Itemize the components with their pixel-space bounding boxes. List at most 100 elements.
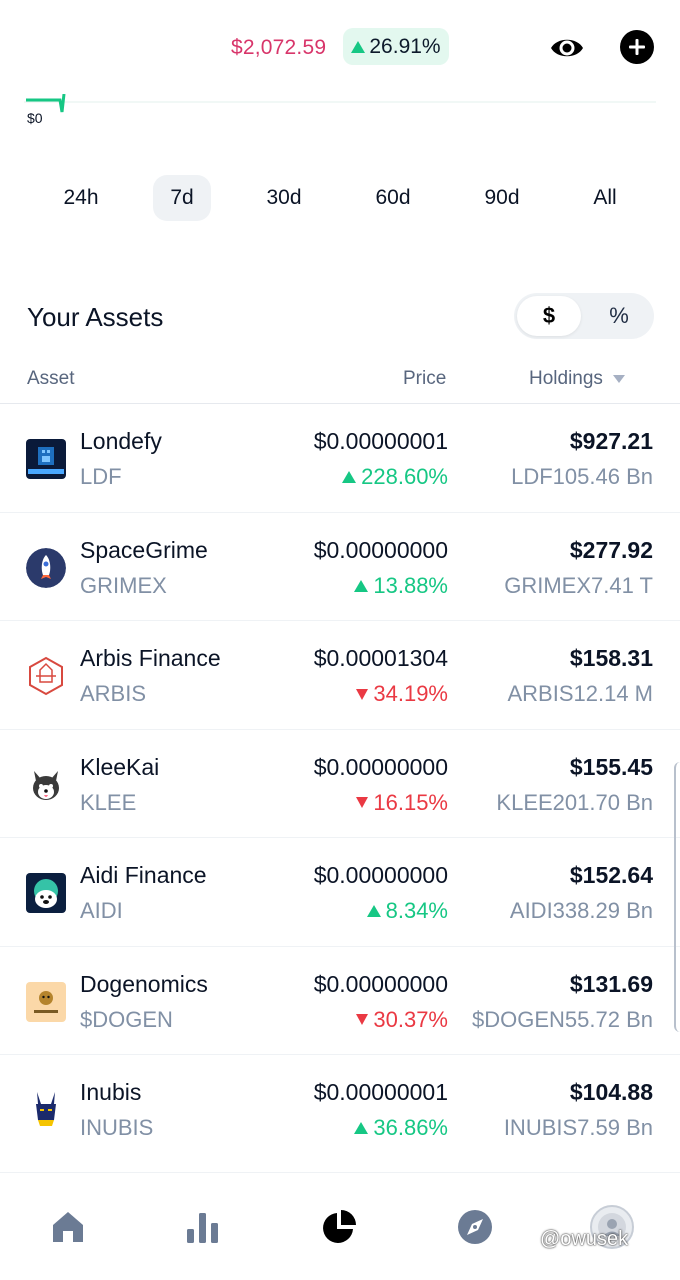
arbis-logo (26, 656, 66, 696)
asset-holdings-quantity: LDF105.46 Bn (511, 464, 653, 489)
asset-row[interactable]: Londefy LDF $0.00000001 228.60% $927.21 … (0, 404, 680, 513)
toggle-dollar-option[interactable]: $ (517, 296, 581, 336)
arrow-up-icon (354, 1122, 369, 1134)
asset-symbol: LDF (80, 464, 122, 489)
asset-price: $0.00000000 (313, 536, 448, 563)
toggle-percent-option[interactable]: % (587, 296, 651, 336)
asset-price-change-value: 13.88% (373, 572, 448, 598)
portfolio-total-value: $2,072.59 (231, 36, 327, 59)
londefy-logo (26, 439, 66, 479)
asset-symbol: ARBIS (80, 681, 147, 706)
asset-symbol: $DOGEN (80, 1006, 173, 1032)
add-transaction-button[interactable] (620, 30, 654, 64)
asset-symbol: AIDI (80, 898, 123, 923)
asset-holdings-value: $131.69 (569, 970, 653, 997)
asset-holdings-value: $155.45 (569, 753, 653, 780)
range-tab-60d[interactable]: 60d (363, 175, 423, 221)
arrow-down-icon (356, 688, 369, 700)
asset-price-change-value: 16.15% (373, 789, 448, 815)
anubis-logo (26, 1090, 66, 1130)
range-tab-all[interactable]: All (578, 175, 632, 221)
asset-price: $0.00000001 (313, 1079, 448, 1105)
asset-price-change: 228.60% (342, 464, 448, 490)
plus-icon (629, 39, 645, 55)
asset-name: KleeKai (80, 753, 160, 780)
range-tab-30d[interactable]: 30d (254, 175, 314, 221)
chart-axis-zero-label: $0 (27, 110, 43, 126)
pie-chart-icon[interactable] (321, 1209, 357, 1245)
asset-symbol: GRIMEX (80, 572, 167, 598)
bottom-navigation (0, 1172, 680, 1280)
asset-holdings-quantity: GRIMEX7.41 T (504, 572, 653, 598)
asset-row[interactable]: SpaceGrime GRIMEX $0.00000000 13.88% $27… (0, 513, 680, 621)
value-mode-toggle: $ % (514, 293, 654, 339)
asset-name: Aidi Finance (80, 862, 207, 888)
asset-holdings-value: $277.92 (569, 536, 653, 563)
compass-icon[interactable] (457, 1209, 493, 1245)
asset-holdings-value: $104.88 (569, 1079, 653, 1105)
asset-holdings-value: $152.64 (569, 862, 653, 888)
dogenomics-logo (26, 981, 66, 1022)
eye-icon[interactable] (547, 28, 587, 68)
watermark-text: @owusek (540, 1228, 629, 1250)
asset-price-change: 36.86% (354, 1115, 448, 1141)
asset-symbol: KLEE (80, 789, 137, 815)
asset-price-change: 30.37% (356, 1007, 448, 1033)
asset-list: Londefy LDF $0.00000001 228.60% $927.21 … (0, 404, 680, 1164)
asset-price-change: 34.19% (356, 681, 448, 707)
sort-caret-icon (612, 375, 625, 383)
range-tab-7d[interactable]: 7d (153, 175, 211, 221)
asset-symbol: INUBIS (80, 1115, 154, 1140)
asset-row[interactable]: Arbis Finance ARBIS $0.00001304 34.19% $… (0, 621, 680, 730)
asset-price: $0.00000000 (313, 970, 448, 997)
scrollbar-handle[interactable] (674, 762, 680, 1032)
asset-row[interactable]: Dogenomics $DOGEN $0.00000000 30.37% $13… (0, 947, 680, 1055)
asset-holdings-quantity: INUBIS7.59 Bn (503, 1115, 653, 1140)
arrow-up-icon (354, 579, 369, 592)
asset-price: $0.00000001 (313, 428, 448, 454)
asset-holdings-quantity: KLEE201.70 Bn (496, 789, 653, 815)
husky-logo (26, 764, 66, 805)
asset-name: Dogenomics (80, 970, 208, 997)
asset-name: Inubis (80, 1079, 142, 1105)
column-header-holdings-label: Holdings (529, 368, 603, 389)
asset-holdings-quantity: $DOGEN55.72 Bn (472, 1006, 653, 1032)
asset-price-change-value: 8.34% (385, 898, 448, 923)
asset-holdings-value: $158.31 (569, 645, 653, 671)
portfolio-change-percent: 26.91% (369, 34, 441, 58)
asset-name: Arbis Finance (80, 645, 221, 671)
asset-holdings-quantity: AIDI338.29 Bn (509, 898, 653, 923)
portfolio-chart (24, 94, 656, 113)
arrow-up-icon (351, 40, 366, 53)
range-tab-90d[interactable]: 90d (472, 175, 532, 221)
asset-price-change-value: 34.19% (373, 681, 448, 706)
asset-price-change-value: 36.86% (373, 1115, 448, 1140)
home-icon[interactable] (50, 1209, 86, 1245)
asset-holdings-quantity: ARBIS12.14 M (507, 681, 653, 706)
arrow-down-icon (356, 797, 369, 808)
asset-price: $0.00000000 (313, 862, 448, 888)
aidi-logo (26, 873, 66, 913)
asset-row[interactable]: Inubis INUBIS $0.00000001 36.86% $104.88… (0, 1055, 680, 1164)
asset-row[interactable]: KleeKai KLEE $0.00000000 16.15% $155.45 … (0, 730, 680, 838)
asset-price-change: 13.88% (354, 573, 448, 599)
asset-holdings-value: $927.21 (569, 428, 653, 454)
portfolio-change-badge: 26.91% (343, 28, 449, 65)
column-header-price[interactable]: Price (403, 368, 446, 390)
assets-section-title: Your Assets (27, 302, 164, 332)
range-tab-24h[interactable]: 24h (52, 175, 110, 221)
asset-price-change-value: 30.37% (373, 1006, 448, 1032)
asset-name: Londefy (80, 428, 162, 454)
column-header-asset: Asset (27, 368, 75, 389)
asset-row[interactable]: Aidi Finance AIDI $0.00000000 8.34% $152… (0, 838, 680, 947)
asset-price-change: 8.34% (366, 898, 448, 924)
arrow-up-icon (342, 471, 357, 483)
asset-price-change-value: 228.60% (361, 464, 448, 489)
asset-price: $0.00000000 (313, 753, 448, 780)
rocket-logo (26, 547, 66, 588)
asset-price-change: 16.15% (356, 790, 448, 816)
time-range-tabs: 24h 7d 30d 60d 90d All (0, 175, 680, 223)
bar-chart-icon[interactable] (185, 1209, 221, 1245)
column-header-holdings[interactable]: Holdings (529, 368, 625, 390)
arrow-up-icon (366, 905, 381, 917)
